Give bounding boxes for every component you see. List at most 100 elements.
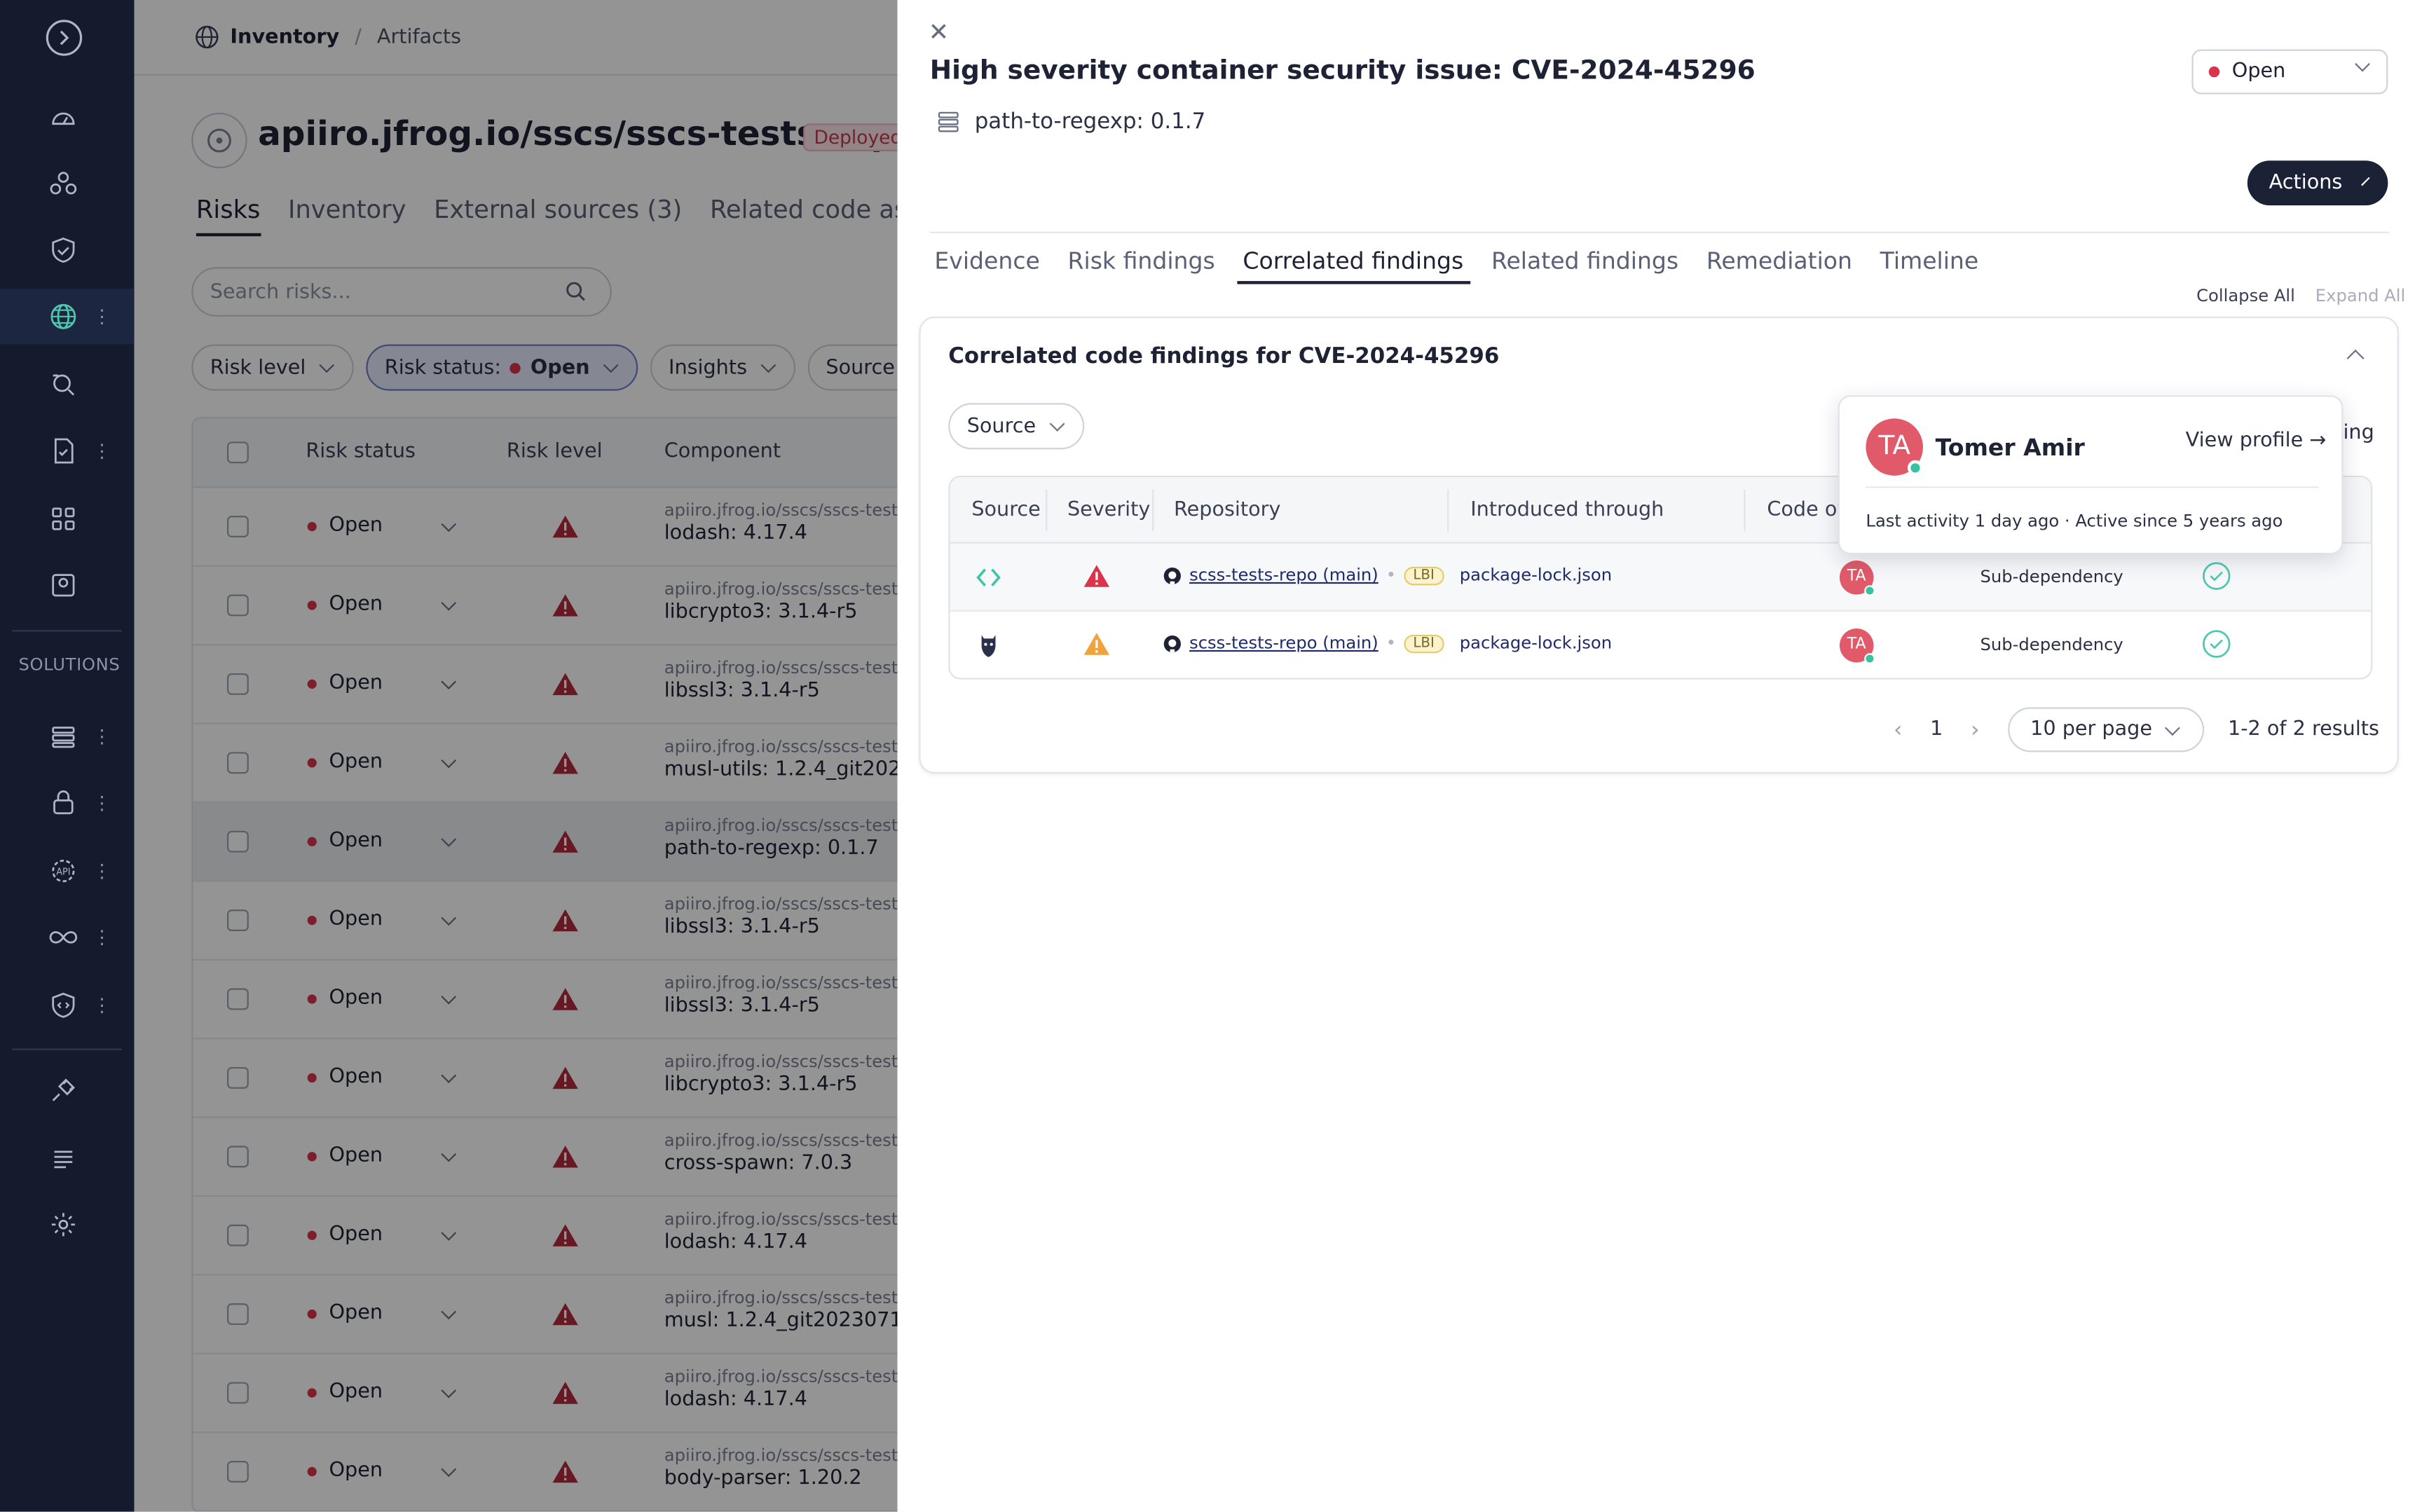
more-options-icon[interactable]: ⋮: [93, 996, 111, 1015]
close-icon[interactable]: ✕: [929, 17, 950, 46]
nav-risks[interactable]: [0, 156, 135, 212]
user-hover-card: TA Tomer Amir View profile → Last activi…: [1838, 395, 2344, 555]
pagination: ‹ 1 › 10 per page 1-2 of 2 results: [1894, 707, 2379, 752]
column-code-owner[interactable]: Code ov: [1767, 499, 1849, 522]
svg-text:API: API: [56, 867, 70, 878]
avatar-initials: TA: [1847, 568, 1866, 586]
gauge-icon: [52, 112, 75, 125]
chevron-down-icon: [2165, 720, 2181, 735]
layers-icon: [52, 727, 75, 748]
dependency-type: Sub-dependency: [1980, 566, 2123, 587]
introduced-through-link[interactable]: package-lock.json: [1460, 565, 1612, 586]
nav-security[interactable]: [0, 222, 135, 277]
check-circle-icon: [2202, 630, 2231, 658]
expand-all-button[interactable]: Expand All: [2315, 286, 2405, 306]
nav-logs[interactable]: [0, 1130, 135, 1185]
more-options-icon[interactable]: ⋮: [93, 727, 111, 745]
risk-detail-drawer: ✕ High severity container security issue…: [897, 0, 2422, 1512]
tab-timeline[interactable]: Timeline: [1880, 247, 1979, 284]
tab-evidence[interactable]: Evidence: [934, 247, 1039, 284]
avatar[interactable]: TA: [1839, 628, 1875, 664]
nav-settings[interactable]: [0, 1197, 135, 1252]
more-options-icon[interactable]: ⋮: [93, 441, 111, 460]
collapse-all-button[interactable]: Collapse All: [2196, 286, 2295, 306]
tab-correlated-findings[interactable]: Correlated findings: [1236, 247, 1470, 284]
repository-link[interactable]: scss-tests-repo (main): [1189, 633, 1378, 654]
nav-api[interactable]: API ⋮: [0, 843, 135, 898]
more-options-icon[interactable]: ⋮: [93, 928, 111, 947]
chevron-down-icon: [2360, 176, 2369, 186]
repository-link[interactable]: scss-tests-repo (main): [1189, 565, 1378, 586]
lbi-badge: LBI: [1404, 565, 1444, 585]
expand-nav-button[interactable]: [0, 9, 135, 64]
prev-page-icon[interactable]: ‹: [1894, 717, 1902, 742]
column-repository[interactable]: Repository: [1174, 499, 1280, 522]
nav-code-security[interactable]: ⋮: [0, 977, 135, 1033]
nav-integrations[interactable]: [0, 1062, 135, 1118]
column-severity[interactable]: Severity: [1067, 499, 1150, 522]
solutions-label: SOLUTIONS: [18, 654, 121, 675]
nav-inventory[interactable]: ⋮: [0, 289, 135, 345]
per-page-select[interactable]: 10 per page: [2007, 707, 2205, 752]
api-gear-icon: API: [52, 859, 75, 883]
more-options-icon[interactable]: ⋮: [93, 862, 111, 880]
chevron-up-icon[interactable]: [2346, 349, 2365, 367]
repository-cell: scss-tests-repo (main) • LBI: [1163, 633, 1444, 654]
online-indicator: [1907, 460, 1923, 476]
column-divider: [1744, 489, 1746, 532]
nav-search[interactable]: [0, 357, 135, 412]
code-diamond-icon: [976, 568, 1001, 587]
nav-divider: [12, 1048, 123, 1050]
scanner-logo-icon: [981, 635, 996, 657]
drawer-title: High severity container security issue: …: [929, 55, 1756, 87]
more-options-icon[interactable]: ⋮: [93, 308, 111, 326]
nav-supply-chain[interactable]: ⋮: [0, 709, 135, 764]
nav-modules[interactable]: [0, 491, 135, 547]
github-icon: [1163, 634, 1181, 652]
table-row[interactable]: scss-tests-repo (main) • LBI package-loc…: [950, 612, 2371, 678]
divider: [929, 231, 2390, 233]
nav-reports[interactable]: ⋮: [0, 423, 135, 479]
nav-secrets[interactable]: ⋮: [0, 775, 135, 830]
separator-dot: •: [1386, 633, 1397, 654]
column-introduced-through[interactable]: Introduced through: [1470, 499, 1664, 522]
repository-cell: scss-tests-repo (main) • LBI: [1163, 565, 1444, 586]
medium-severity-icon: [1083, 633, 1110, 655]
tab-related-findings[interactable]: Related findings: [1491, 247, 1678, 284]
actions-label: Actions: [2269, 171, 2343, 195]
status-dot: [2208, 66, 2220, 78]
globe-icon: [50, 303, 76, 329]
drawer-subtitle: path-to-regexp: 0.1.7: [934, 108, 1205, 136]
chevron-down-icon: [1048, 416, 1065, 432]
nav-dashboard[interactable]: [0, 90, 135, 145]
separator-dot: •: [1386, 565, 1397, 586]
grid-icon: [52, 507, 75, 530]
divider: [1866, 486, 2319, 488]
avatar[interactable]: TA: [1839, 561, 1875, 596]
actions-button[interactable]: Actions: [2247, 160, 2388, 206]
user-name: Tomer Amir: [1935, 434, 2085, 462]
next-page-icon[interactable]: ›: [1971, 717, 1979, 742]
lbi-badge: LBI: [1404, 633, 1444, 653]
more-options-icon[interactable]: ⋮: [93, 794, 111, 812]
column-source[interactable]: Source: [971, 499, 1040, 522]
results-count: 1-2 of 2 results: [2227, 717, 2379, 741]
radiation-icon: [50, 172, 77, 195]
status-dropdown[interactable]: Open: [2191, 49, 2388, 95]
view-profile-link[interactable]: View profile →: [2186, 429, 2327, 453]
modal-backdrop[interactable]: [134, 0, 898, 1512]
filter-trailing-text: ing: [2343, 421, 2374, 445]
introduced-through-link[interactable]: package-lock.json: [1460, 633, 1612, 654]
nav-pipelines[interactable]: ⋮: [0, 909, 135, 965]
search-icon: [53, 374, 75, 396]
avatar-initials: TA: [1847, 636, 1866, 654]
dependency-type: Sub-dependency: [1980, 634, 2123, 655]
tab-remediation[interactable]: Remediation: [1706, 247, 1852, 284]
source-filter[interactable]: Source: [948, 403, 1084, 450]
lock-icon: [53, 790, 74, 815]
tab-risk-findings[interactable]: Risk findings: [1068, 247, 1215, 284]
nav-monitor[interactable]: [0, 558, 135, 613]
column-divider: [1447, 489, 1449, 532]
current-page[interactable]: 1: [1930, 718, 1943, 741]
monitor-icon: [52, 574, 75, 597]
